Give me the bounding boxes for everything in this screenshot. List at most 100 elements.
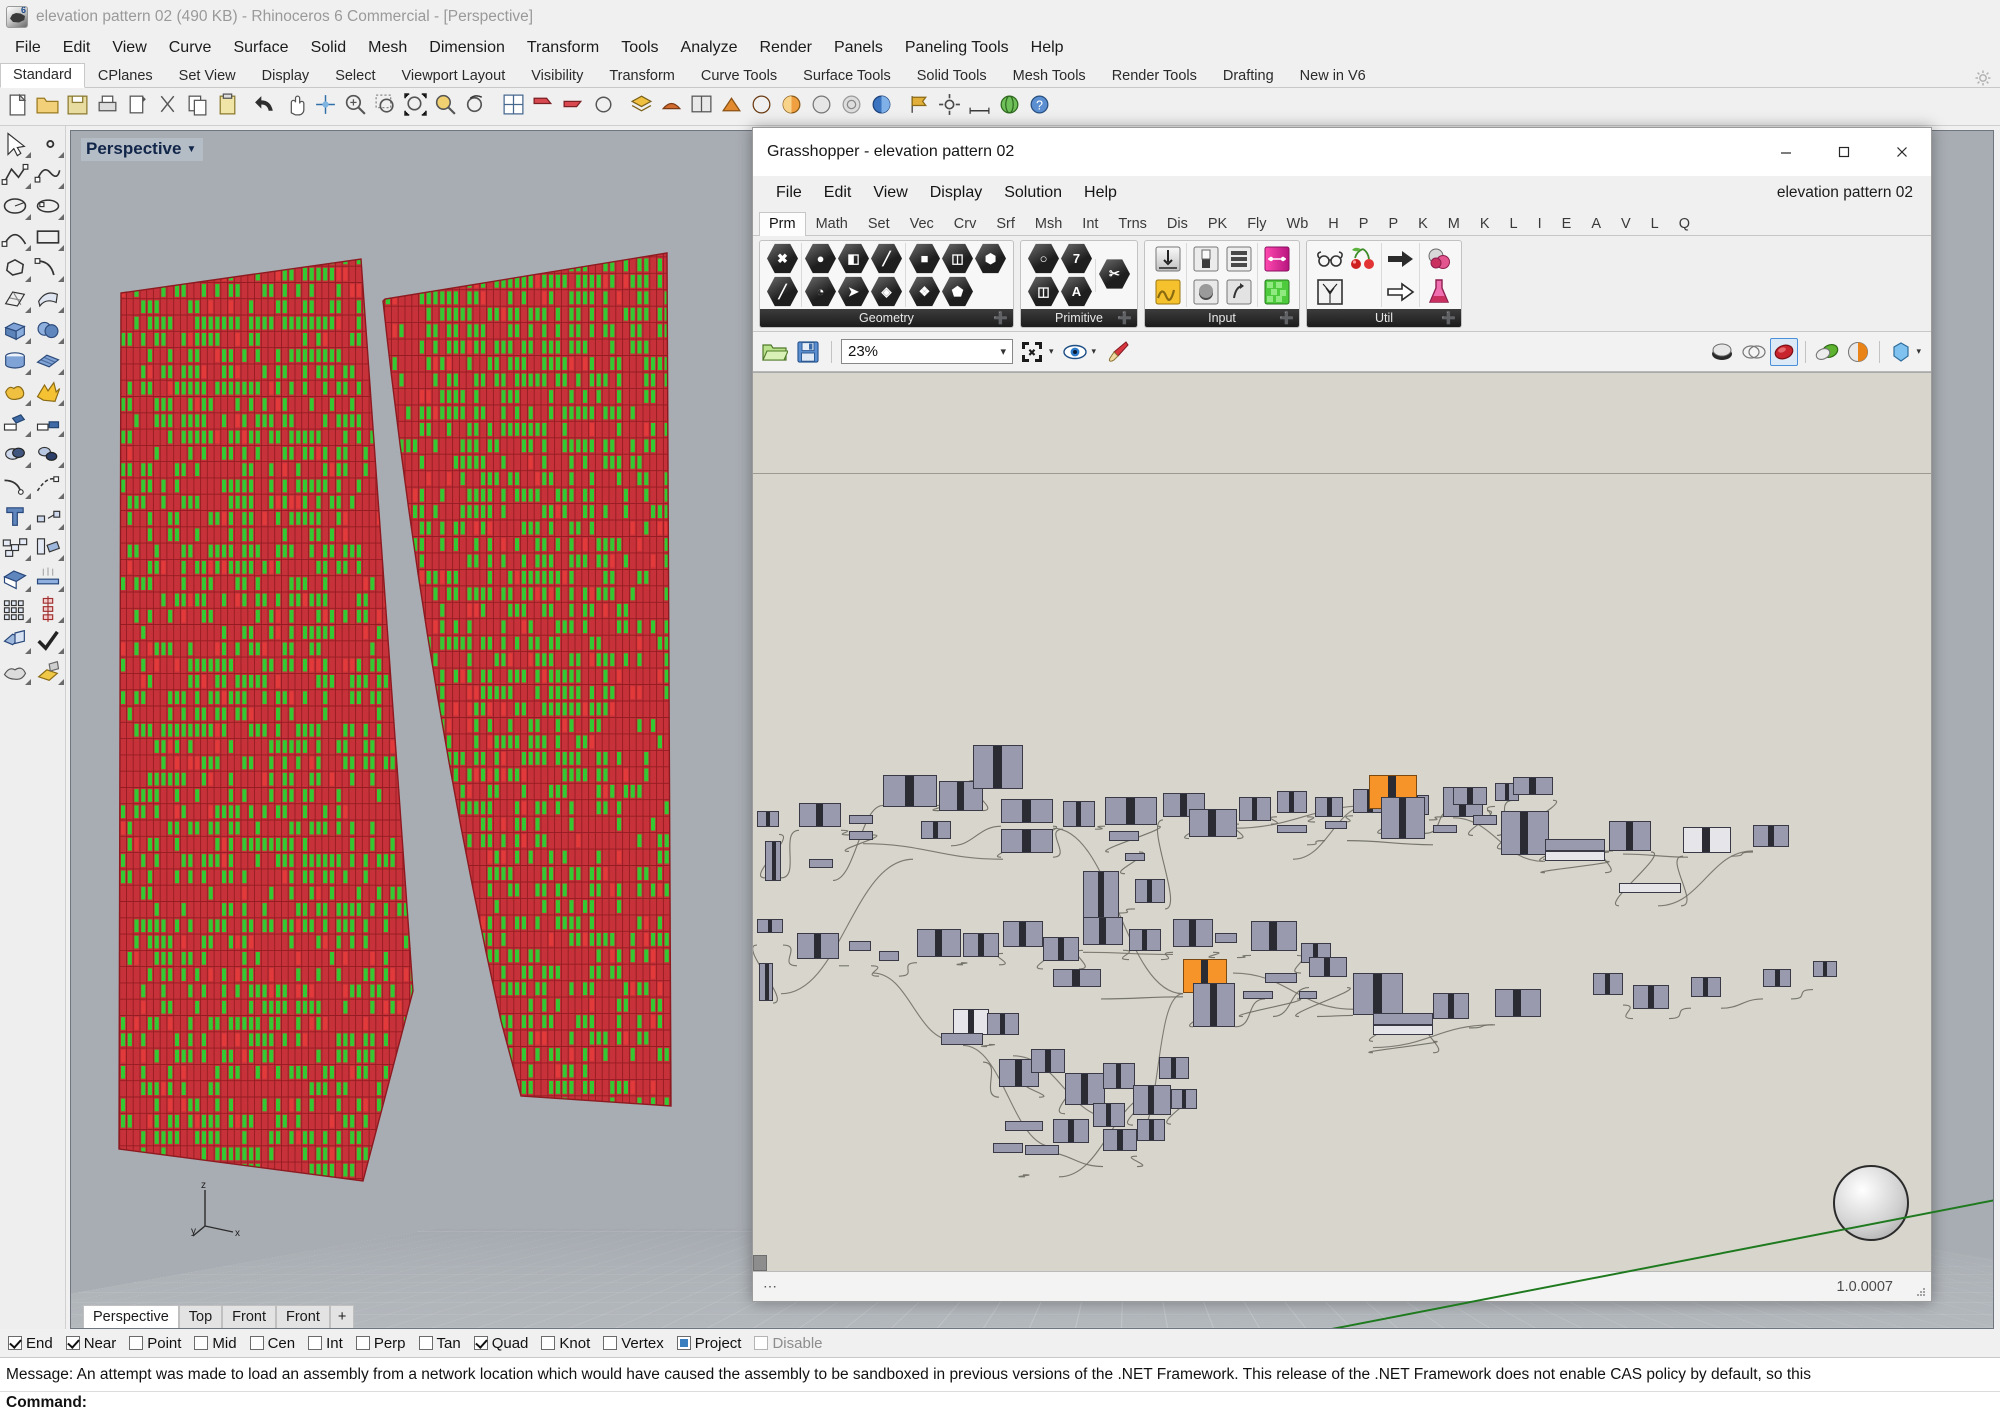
maximize-button[interactable] — [1815, 128, 1873, 176]
graph-node[interactable] — [1093, 1103, 1125, 1127]
graph-node[interactable] — [849, 815, 873, 824]
flag-icon[interactable] — [907, 92, 936, 121]
copy-object-icon[interactable] — [33, 533, 66, 564]
arc-icon[interactable] — [0, 223, 33, 254]
vector-param-icon[interactable]: ➤ — [838, 276, 869, 307]
gradient-icon[interactable] — [1261, 243, 1292, 274]
graph-node[interactable] — [1619, 883, 1681, 893]
cap-icon[interactable] — [0, 564, 33, 595]
rhino-menu-mesh[interactable]: Mesh — [357, 36, 418, 60]
graph-node[interactable] — [849, 831, 873, 840]
gh-tab-i-20[interactable]: I — [1528, 212, 1552, 236]
graph-node[interactable] — [1373, 1013, 1433, 1025]
copy-icon[interactable] — [185, 92, 214, 121]
brep-param-icon[interactable]: ◫ — [942, 243, 973, 274]
gh-tab-p-14[interactable]: P — [1349, 212, 1379, 236]
render-mesh-icon[interactable] — [869, 92, 898, 121]
check-icon[interactable] — [33, 626, 66, 657]
graph-node[interactable] — [1137, 1119, 1165, 1141]
graph-node[interactable] — [797, 933, 839, 959]
graph-node[interactable] — [1063, 801, 1095, 827]
cylinder-icon[interactable] — [0, 347, 33, 378]
globe-help-icon[interactable] — [997, 92, 1026, 121]
ellipse-icon[interactable] — [33, 192, 66, 223]
shaded-preview-icon[interactable] — [1708, 338, 1736, 366]
ribbon-panel-expand-icon[interactable]: ➕ — [1117, 311, 1132, 325]
rectangle-icon[interactable] — [33, 223, 66, 254]
osnap-project-checkbox[interactable] — [676, 1336, 691, 1350]
jitter-icon[interactable] — [1423, 243, 1454, 274]
preview-settings-icon[interactable] — [1887, 338, 1915, 366]
transform-param-icon[interactable]: ╱ — [767, 276, 798, 307]
geometry-cache-icon[interactable]: ⬢ — [975, 243, 1006, 274]
rhino-menu-transform[interactable]: Transform — [516, 36, 610, 60]
toolbar-options-gear-icon[interactable] — [1974, 69, 1992, 87]
graph-node[interactable] — [1691, 977, 1721, 997]
osnap-cen[interactable]: Cen — [249, 1335, 295, 1352]
split-icon[interactable] — [0, 626, 33, 657]
toolbar-tab-display[interactable]: Display — [249, 64, 323, 88]
button-icon[interactable] — [1190, 276, 1221, 307]
graph-node[interactable] — [1373, 1025, 1433, 1035]
new-file-icon[interactable] — [5, 92, 34, 121]
graph-node[interactable] — [1353, 973, 1403, 1015]
paste-icon[interactable] — [215, 92, 244, 121]
toolbar-tab-select[interactable]: Select — [322, 64, 388, 88]
graph-node[interactable] — [973, 745, 1023, 789]
graph-node[interactable] — [1545, 839, 1605, 851]
graph-node[interactable] — [1193, 983, 1235, 1027]
surface-grid-icon[interactable] — [33, 347, 66, 378]
group-icon[interactable] — [0, 533, 33, 564]
graph-node[interactable] — [1103, 1129, 1137, 1151]
polygon-icon[interactable] — [0, 254, 33, 285]
ribbon-panel-expand-icon[interactable]: ➕ — [1279, 311, 1294, 325]
grasshopper-canvas[interactable] — [753, 372, 1931, 1271]
pan-hand-icon[interactable] — [283, 92, 312, 121]
osnap-knot[interactable]: Knot — [541, 1335, 590, 1352]
graph-node[interactable] — [1053, 1119, 1089, 1143]
viewport-menu-caret-icon[interactable]: ▼ — [186, 144, 196, 155]
graph-node[interactable] — [1003, 921, 1043, 947]
osnap-near[interactable]: Near — [65, 1335, 116, 1352]
ribbon-panel-expand-icon[interactable]: ➕ — [993, 311, 1008, 325]
polyline-icon[interactable] — [0, 161, 33, 192]
graph-node[interactable] — [1159, 1057, 1189, 1079]
rhino-menu-dimension[interactable]: Dimension — [418, 36, 516, 60]
help-icon[interactable]: ? — [1027, 92, 1056, 121]
explode-icon[interactable] — [33, 378, 66, 409]
gh-tab-trns-8[interactable]: Trns — [1108, 212, 1156, 236]
viewport-tab-perspective-0[interactable]: Perspective — [83, 1305, 179, 1328]
rhino-menu-file[interactable]: File — [4, 36, 52, 60]
graph-node[interactable] — [1433, 993, 1469, 1019]
graph-node[interactable] — [809, 859, 833, 868]
booleandiff-icon[interactable] — [0, 440, 33, 471]
control-knob-icon[interactable] — [1223, 276, 1254, 307]
graph-node[interactable] — [1381, 797, 1425, 839]
zoom-extents-caret-icon[interactable]: ▾ — [1049, 346, 1054, 357]
cherries-icon[interactable] — [1347, 243, 1378, 274]
graph-node[interactable] — [1325, 821, 1347, 829]
graph-node[interactable] — [757, 919, 783, 933]
graph-node[interactable] — [1239, 797, 1271, 821]
graph-mapper-icon[interactable] — [1152, 276, 1183, 307]
graph-node[interactable] — [1001, 829, 1053, 853]
toolbar-tab-cplanes[interactable]: CPlanes — [85, 64, 166, 88]
print-icon[interactable] — [95, 92, 124, 121]
osnap-point[interactable]: Point — [129, 1335, 181, 1352]
viewport-tab-front-3[interactable]: Front — [276, 1305, 330, 1328]
surface-from-points-icon[interactable] — [0, 285, 33, 316]
gh-tab-prm-0[interactable]: Prm — [759, 212, 806, 236]
boolean-split-icon[interactable] — [33, 440, 66, 471]
surface-param-icon[interactable]: ◧ — [838, 243, 869, 274]
point-param-icon[interactable]: ● — [805, 243, 836, 274]
graph-node[interactable] — [1031, 1049, 1065, 1073]
light-bulb-icon[interactable] — [689, 92, 718, 121]
graph-node[interactable] — [1189, 809, 1237, 837]
graph-node[interactable] — [1545, 851, 1605, 861]
graph-node[interactable] — [953, 1009, 989, 1035]
toolbar-tab-set-view[interactable]: Set View — [166, 64, 249, 88]
gh-tab-srf-5[interactable]: Srf — [986, 212, 1025, 236]
toolbar-tab-drafting[interactable]: Drafting — [1210, 64, 1287, 88]
viewport-tab-front-2[interactable]: Front — [222, 1305, 276, 1328]
gh-tab-crv-4[interactable]: Crv — [944, 212, 987, 236]
